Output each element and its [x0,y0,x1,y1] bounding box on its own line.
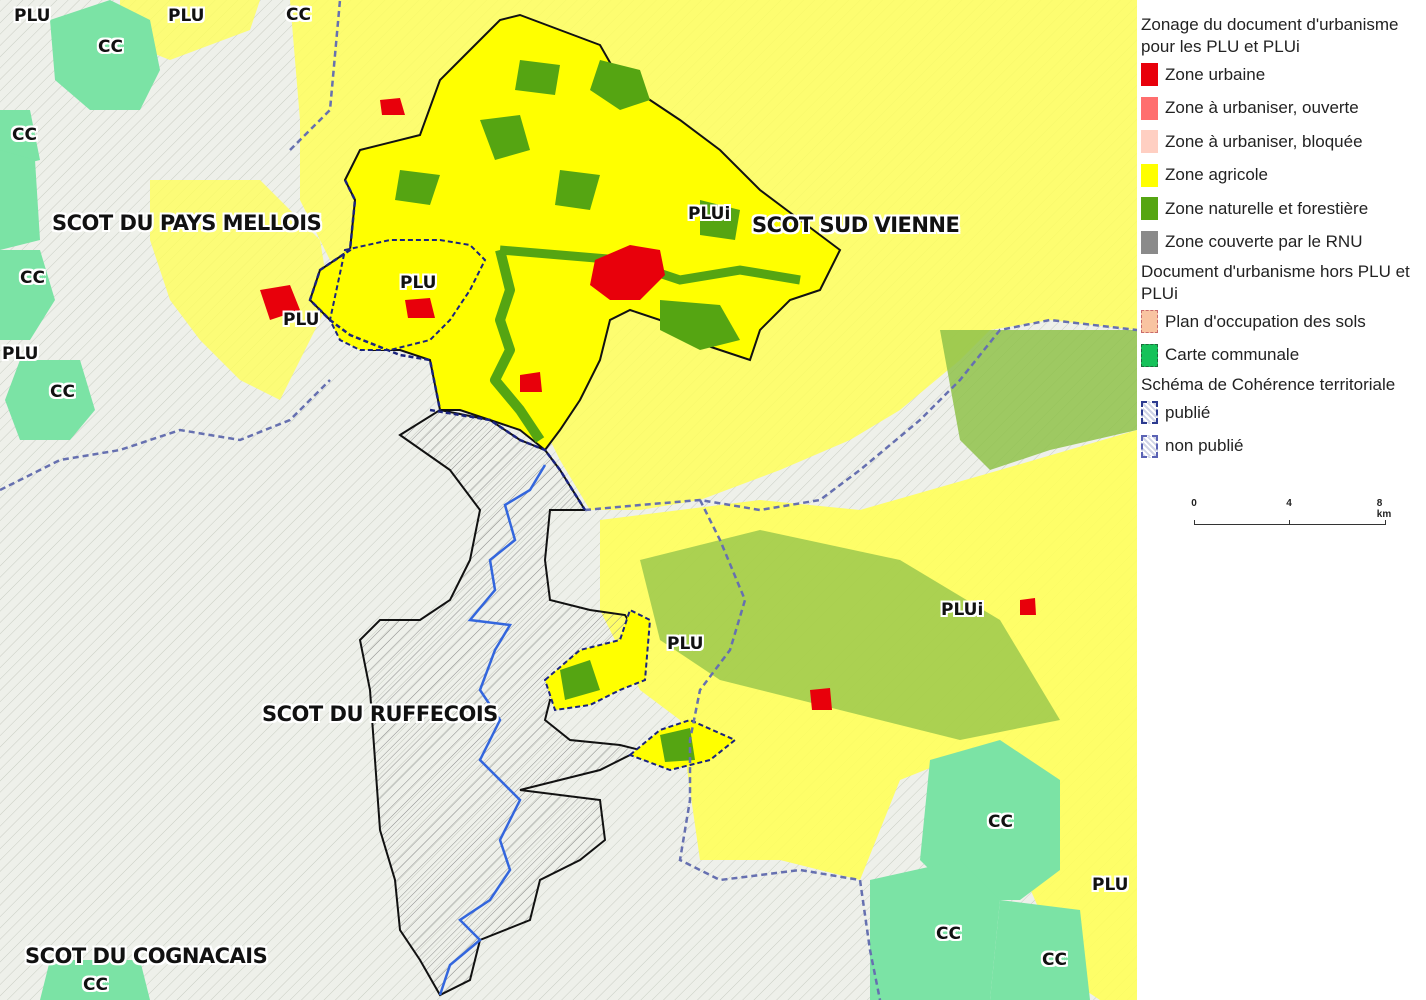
legend-item-zonage-1: Zone à urbaniser, ouverte [1141,92,1426,126]
legend-item-scot-0: publié [1141,396,1426,430]
label-scot-ruffecois: SCOT DU RUFFECOIS [262,702,498,726]
legend-swatch [1141,434,1158,458]
legend-swatch [1141,230,1158,254]
label-plui: PLUi [941,600,984,620]
cc-sud-est-3 [990,900,1090,1000]
label-cc: CC [98,37,123,57]
scale-tick-0: 0 [1191,498,1197,509]
label-plu: PLU [400,273,437,293]
zone-urbaine-sud-est [810,688,832,710]
legend-item-label: Zone naturelle et forestière [1165,198,1369,218]
label-scot-sud-vienne: SCOT SUD VIENNE [752,213,960,237]
legend-swatch [1141,310,1158,334]
label-cc: CC [83,975,108,995]
label-plu: PLU [667,634,704,654]
legend-item-label: non publié [1165,436,1244,456]
legend-item-scot-1: non publié [1141,430,1426,464]
legend-item-label: Zone à urbaniser, bloquée [1165,131,1363,151]
label-scot-pays-mellois: SCOT DU PAYS MELLOIS [52,211,322,235]
label-cc: CC [936,924,961,944]
legend-item-zonage-2: Zone à urbaniser, bloquée [1141,125,1426,159]
label-plu: PLU [14,6,51,26]
label-cc: CC [286,5,311,25]
legend-item-zonage-4: Zone naturelle et forestière [1141,192,1426,226]
legend-swatch [1141,63,1158,87]
scale-bar: 0 4 8 km [1190,498,1392,528]
legend-title-scot: Schéma de Cohérence territoriale [1141,375,1396,394]
legend-zonage-list: Zone urbaine Zone à urbaniser, ouverte Zon… [1141,58,1426,259]
legend-swatch [1141,163,1158,187]
zone-urbaine-riviere [520,372,542,392]
label-cc: CC [1042,950,1067,970]
legend-hors-plu-list: Plan d'occupation des sols Carte communal… [1141,305,1426,372]
map-canvas[interactable]: SCOT DU PAYS MELLOIS SCOT SUD VIENNE SCO… [0,0,1137,1000]
legend-item-label: Zone urbaine [1165,64,1266,84]
label-plui: PLUi [688,204,731,224]
scale-bar-line [1194,520,1386,525]
legend-item-hors-plu-0: Plan d'occupation des sols [1141,305,1426,339]
label-cc: CC [988,812,1013,832]
legend-item-hors-plu-1: Carte communale [1141,339,1426,373]
legend-swatch [1141,96,1158,120]
legend-scot-list: publié non publié [1141,396,1426,463]
label-plu: PLU [1092,875,1129,895]
label-plu: PLU [2,344,39,364]
scale-tick-4: 4 [1286,498,1292,509]
zone-naturelle-7 [515,60,560,95]
cc-ouest-2 [0,150,40,250]
legend-item-zonage-0: Zone urbaine [1141,58,1426,92]
label-cc: CC [50,382,75,402]
label-plu: PLU [168,6,205,26]
scale-bar-mid-tick [1289,520,1290,525]
label-cc: CC [20,268,45,288]
legend-item-label: Zone couverte par le RNU [1165,232,1363,252]
legend-title-hors-plu: Document d'urbanisme hors PLU et PLUi [1141,262,1410,303]
label-scot-cognacais: SCOT DU COGNACAIS [25,944,268,968]
legend-swatch [1141,197,1158,221]
legend-item-label: Plan d'occupation des sols [1165,311,1366,331]
legend-item-zonage-3: Zone agricole [1141,159,1426,193]
legend-swatch [1141,343,1158,367]
legend-title-zonage: Zonage du document d'urbanisme pour les … [1141,15,1399,56]
cc-sud-est-2 [870,860,1000,1000]
legend-item-zonage-5: Zone couverte par le RNU [1141,226,1426,260]
label-plu: PLU [283,310,320,330]
scale-tick-8: 8 km [1376,498,1392,520]
label-cc: CC [12,125,37,145]
legend-item-label: Carte communale [1165,345,1300,365]
map-layers [0,0,1137,1000]
legend-item-label: Zone à urbaniser, ouverte [1165,98,1359,118]
legend-swatch [1141,130,1158,154]
zone-urbaine-est [1020,598,1036,615]
legend-item-label: Zone agricole [1165,165,1269,185]
zone-urbaine-plu [405,298,435,318]
legend-item-label: publié [1165,402,1211,422]
legend: Zonage du document d'urbanisme pour les … [1141,14,1426,463]
legend-swatch [1141,401,1158,425]
